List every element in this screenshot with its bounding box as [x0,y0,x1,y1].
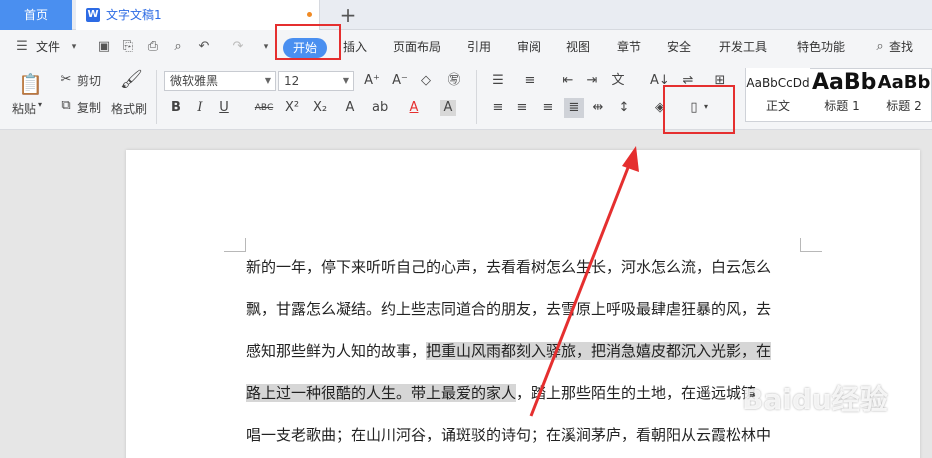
arrow-shaft [529,159,633,417]
arrow-head-icon [622,146,639,172]
watermark-logo: Baidu经验 [742,383,888,416]
